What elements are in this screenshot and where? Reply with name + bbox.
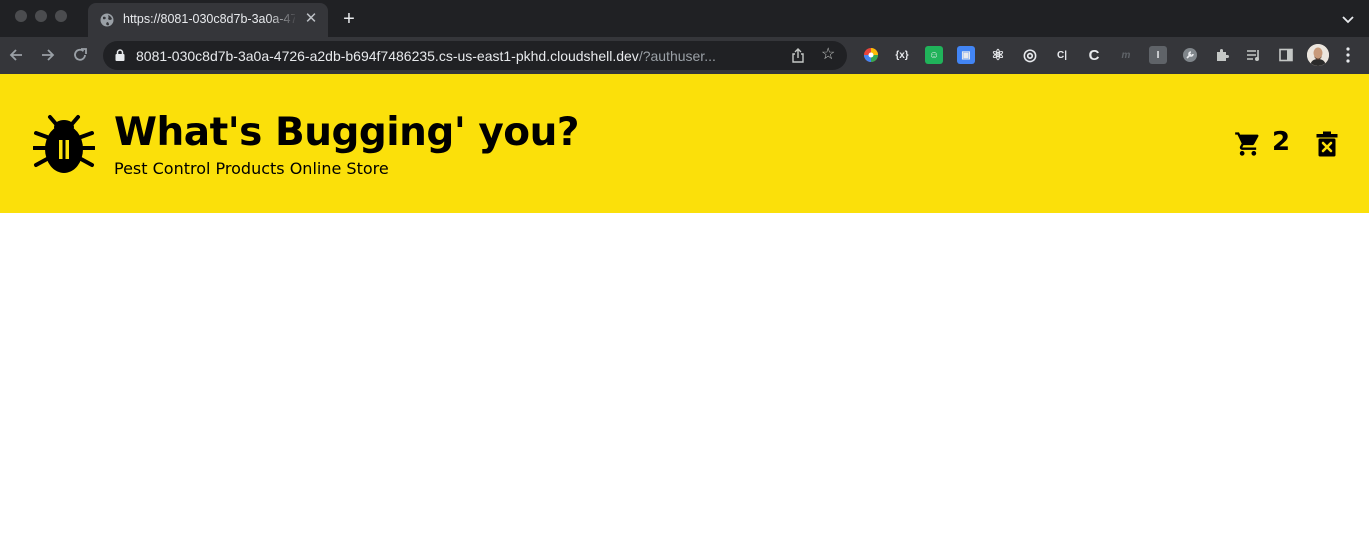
reload-icon[interactable] (71, 46, 89, 64)
shopping-cart-icon[interactable] (1234, 130, 1262, 158)
address-bar[interactable]: 8081-030c8d7b-3a0a-4726-a2db-b694f748623… (103, 41, 847, 70)
url-path: /?authuser... (638, 48, 716, 64)
share-icon[interactable] (791, 48, 805, 63)
bug-logo-icon[interactable] (33, 113, 95, 175)
color-wheel-icon[interactable] (862, 46, 880, 64)
c-logo-icon[interactable]: C (1085, 46, 1103, 64)
globe-icon (100, 13, 114, 27)
puzzle-icon[interactable] (1213, 46, 1231, 64)
window-minimize-dot[interactable] (35, 10, 47, 22)
m-logo-icon[interactable]: m (1117, 46, 1135, 64)
window-close-dot[interactable] (15, 10, 27, 22)
target-icon[interactable]: ◎ (1021, 46, 1039, 64)
new-tab-button[interactable]: + (339, 9, 359, 29)
browser-menu-icon[interactable] (1346, 47, 1350, 63)
screenshot-icon[interactable]: ▣ (957, 46, 975, 64)
media-queue-icon[interactable] (1245, 46, 1263, 64)
url-host: 8081-030c8d7b-3a0a-4726-a2db-b694f748623… (136, 48, 639, 64)
tab-close-icon[interactable]: ✕ (303, 11, 319, 27)
page-content (0, 213, 1369, 547)
url-text[interactable]: 8081-030c8d7b-3a0a-4726-a2db-b694f748623… (136, 48, 716, 64)
clear-cart-trash-icon[interactable] (1316, 131, 1338, 157)
c-bracket-icon[interactable]: C| (1053, 46, 1071, 64)
wrench-icon[interactable] (1181, 46, 1199, 64)
lock-icon[interactable] (115, 49, 125, 61)
profile-avatar[interactable] (1307, 44, 1329, 66)
forward-arrow-icon[interactable] (39, 46, 57, 64)
react-icon[interactable]: ⚛ (989, 46, 1007, 64)
site-subtitle: Pest Control Products Online Store (114, 159, 389, 178)
site-title: What's Bugging' you? (114, 110, 579, 155)
bar-icon[interactable]: I (1149, 46, 1167, 64)
tab-search-chevron-icon[interactable] (1341, 12, 1355, 26)
back-arrow-icon[interactable] (7, 46, 25, 64)
browser-tab[interactable]: https://8081-030c8d7b-3a0a-4726-a2db-b69… (88, 3, 328, 37)
code-braces-icon[interactable]: {x} (893, 46, 911, 64)
tab-title-fade (268, 9, 298, 31)
smiley-shield-icon[interactable]: ☺ (925, 46, 943, 64)
bookmark-star-icon[interactable]: ☆ (821, 47, 837, 63)
site-header: What's Bugging' you? Pest Control Produc… (0, 74, 1369, 213)
window-maximize-dot[interactable] (55, 10, 67, 22)
cart-count[interactable]: 2 (1272, 127, 1290, 157)
side-panel-icon[interactable] (1277, 46, 1295, 64)
browser-tab-strip: https://8081-030c8d7b-3a0a-4726-a2db-b69… (0, 0, 1369, 37)
